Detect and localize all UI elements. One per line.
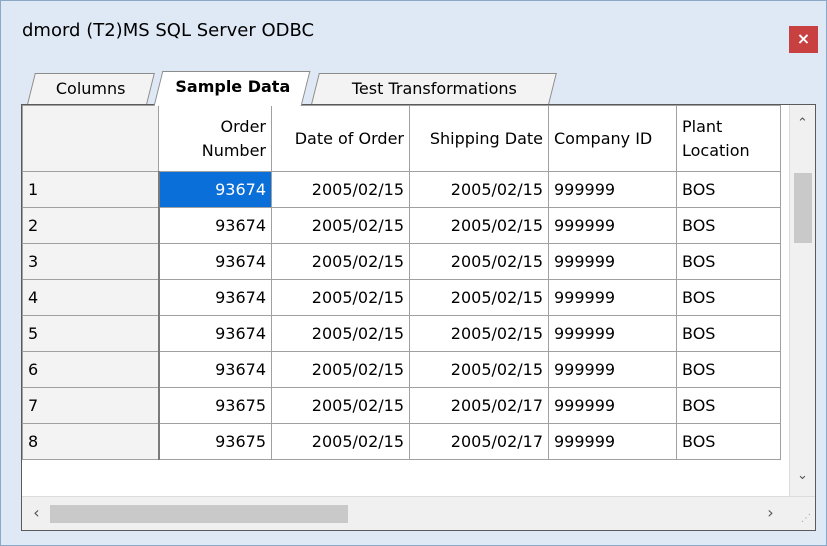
- row-header[interactable]: 5: [22, 315, 160, 352]
- chevron-left-icon[interactable]: ‹: [24, 502, 49, 524]
- cell-date-of-order[interactable]: 2005/02/15: [271, 387, 410, 424]
- cell-plant-location[interactable]: BOS: [676, 279, 781, 316]
- dialog-window: dmord (T2)MS SQL Server ODBC × Columns T…: [0, 0, 827, 546]
- cell-date-of-order[interactable]: 2005/02/15: [271, 171, 410, 208]
- tab-test-transformations-label: Test Transformations: [351, 79, 517, 98]
- cell-plant-location[interactable]: BOS: [676, 351, 781, 388]
- cell-shipping-date[interactable]: 2005/02/15: [409, 243, 549, 280]
- vertical-scroll-thumb[interactable]: [794, 173, 812, 243]
- table-header-row: Order Number Date of Order Shipping Date…: [22, 105, 781, 172]
- table-row[interactable]: 6 93674 2005/02/15 2005/02/15 999999 BOS: [22, 351, 781, 388]
- cell-company-id[interactable]: 999999: [548, 423, 677, 460]
- row-header-corner[interactable]: [22, 105, 159, 172]
- cell-plant-location[interactable]: BOS: [676, 315, 781, 352]
- window-title: dmord (T2)MS SQL Server ODBC: [22, 20, 315, 41]
- cell-company-id[interactable]: 999999: [548, 279, 677, 316]
- horizontal-scrollbar[interactable]: ‹ › ⋰: [22, 496, 815, 530]
- chevron-down-icon[interactable]: ⌄: [790, 465, 815, 487]
- column-header-plant-location[interactable]: Plant Location: [676, 105, 781, 172]
- cell-plant-location[interactable]: BOS: [676, 243, 781, 280]
- resize-grip-icon[interactable]: ⋰: [797, 513, 811, 525]
- cell-order-number[interactable]: 93674: [158, 315, 272, 352]
- sample-data-table: Order Number Date of Order Shipping Date…: [22, 105, 781, 460]
- table-row[interactable]: 8 93675 2005/02/15 2005/02/17 999999 BOS: [22, 423, 781, 460]
- cell-company-id[interactable]: 999999: [548, 207, 677, 244]
- cell-order-number[interactable]: 93675: [158, 387, 272, 424]
- row-header[interactable]: 8: [22, 423, 160, 460]
- cell-date-of-order[interactable]: 2005/02/15: [271, 315, 410, 352]
- cell-order-number[interactable]: 93674: [158, 243, 272, 280]
- vertical-scrollbar[interactable]: ⌃ ⌄: [789, 105, 815, 497]
- table-row[interactable]: 2 93674 2005/02/15 2005/02/15 999999 BOS: [22, 207, 781, 244]
- tab-columns-label: Columns: [56, 79, 126, 98]
- tab-strip: Columns Test Transformations Sample Data: [1, 63, 826, 106]
- cell-order-number[interactable]: 93674: [158, 207, 272, 244]
- cell-shipping-date[interactable]: 2005/02/15: [409, 351, 549, 388]
- horizontal-scroll-thumb[interactable]: [50, 505, 348, 523]
- column-header-date-of-order[interactable]: Date of Order: [271, 105, 410, 172]
- row-header[interactable]: 3: [22, 243, 160, 280]
- row-header[interactable]: 7: [22, 387, 160, 424]
- cell-date-of-order[interactable]: 2005/02/15: [271, 351, 410, 388]
- tab-sample-data[interactable]: Sample Data: [153, 71, 311, 106]
- cell-shipping-date[interactable]: 2005/02/15: [409, 207, 549, 244]
- cell-order-number[interactable]: 93674: [158, 351, 272, 388]
- cell-date-of-order[interactable]: 2005/02/15: [271, 207, 410, 244]
- row-header[interactable]: 6: [22, 351, 160, 388]
- chevron-up-icon[interactable]: ⌃: [790, 113, 815, 135]
- cell-company-id[interactable]: 999999: [548, 315, 677, 352]
- close-button[interactable]: ×: [789, 26, 818, 53]
- column-header-company-id[interactable]: Company ID: [548, 105, 677, 172]
- column-header-shipping-date[interactable]: Shipping Date: [409, 105, 549, 172]
- column-header-order-number[interactable]: Order Number: [158, 105, 272, 172]
- cell-order-number[interactable]: 93674: [158, 171, 272, 208]
- table-row[interactable]: 3 93674 2005/02/15 2005/02/15 999999 BOS: [22, 243, 781, 280]
- cell-order-number[interactable]: 93675: [158, 423, 272, 460]
- cell-shipping-date[interactable]: 2005/02/15: [409, 279, 549, 316]
- cell-company-id[interactable]: 999999: [548, 387, 677, 424]
- table-row[interactable]: 4 93674 2005/02/15 2005/02/15 999999 BOS: [22, 279, 781, 316]
- cell-company-id[interactable]: 999999: [548, 351, 677, 388]
- cell-plant-location[interactable]: BOS: [676, 171, 781, 208]
- table-row[interactable]: 1 93674 2005/02/15 2005/02/15 999999 BOS: [22, 171, 781, 208]
- cell-plant-location[interactable]: BOS: [676, 387, 781, 424]
- cell-shipping-date[interactable]: 2005/02/15: [409, 171, 549, 208]
- tab-sample-data-label: Sample Data: [174, 77, 290, 96]
- cell-company-id[interactable]: 999999: [548, 171, 677, 208]
- table-row[interactable]: 5 93674 2005/02/15 2005/02/15 999999 BOS: [22, 315, 781, 352]
- sample-data-grid-panel: Order Number Date of Order Shipping Date…: [21, 104, 816, 531]
- tab-test-transformations[interactable]: Test Transformations: [311, 73, 557, 104]
- cell-date-of-order[interactable]: 2005/02/15: [271, 243, 410, 280]
- cell-order-number[interactable]: 93674: [158, 279, 272, 316]
- cell-date-of-order[interactable]: 2005/02/15: [271, 423, 410, 460]
- row-header[interactable]: 2: [22, 207, 160, 244]
- cell-plant-location[interactable]: BOS: [676, 207, 781, 244]
- cell-shipping-date[interactable]: 2005/02/17: [409, 387, 549, 424]
- chevron-right-icon[interactable]: ›: [758, 502, 783, 524]
- tab-columns[interactable]: Columns: [27, 73, 155, 104]
- table-row[interactable]: 7 93675 2005/02/15 2005/02/17 999999 BOS: [22, 387, 781, 424]
- cell-shipping-date[interactable]: 2005/02/15: [409, 315, 549, 352]
- cell-company-id[interactable]: 999999: [548, 243, 677, 280]
- cell-plant-location[interactable]: BOS: [676, 423, 781, 460]
- cell-date-of-order[interactable]: 2005/02/15: [271, 279, 410, 316]
- title-bar[interactable]: dmord (T2)MS SQL Server ODBC ×: [1, 1, 826, 63]
- row-header[interactable]: 4: [22, 279, 160, 316]
- row-header[interactable]: 1: [22, 171, 160, 208]
- cell-shipping-date[interactable]: 2005/02/17: [409, 423, 549, 460]
